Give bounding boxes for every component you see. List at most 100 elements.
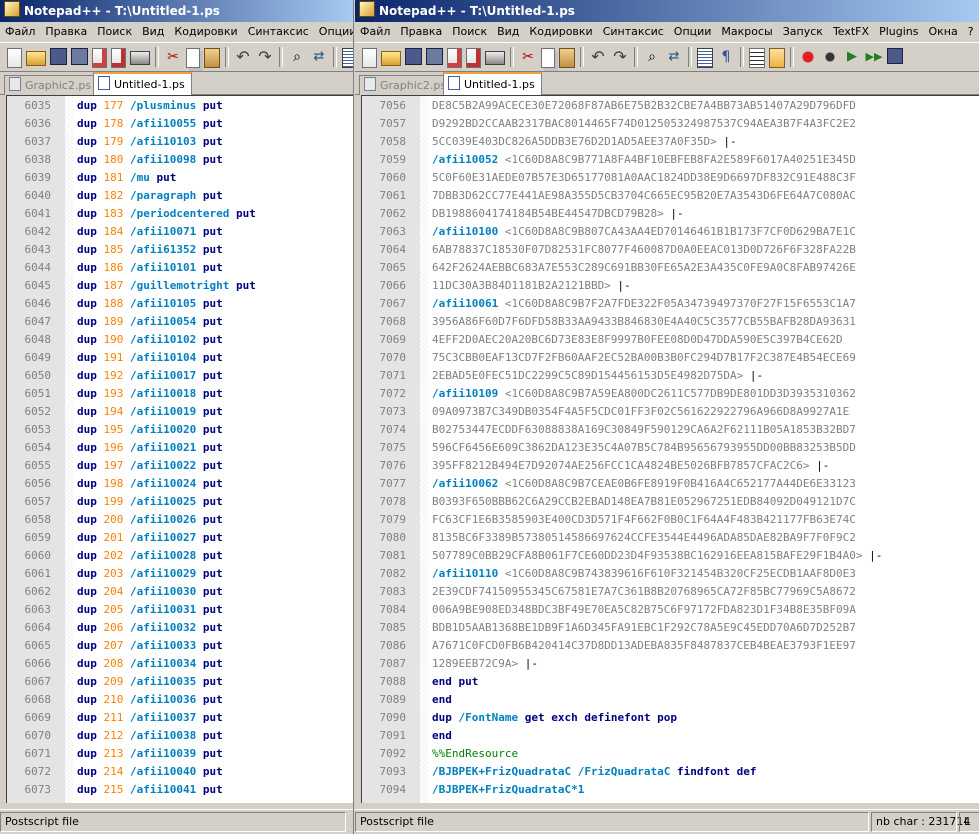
code-number: 208 bbox=[103, 657, 124, 670]
code-line: 7061 7DBB3D62CC77E441AE98A355D5CB3704C665… bbox=[362, 187, 979, 205]
close-file-icon[interactable] bbox=[92, 48, 107, 68]
keyword: dup bbox=[77, 459, 104, 472]
open-file-icon[interactable] bbox=[381, 51, 401, 66]
menu-language[interactable]: Синтаксис bbox=[243, 25, 314, 38]
run-macro-multiple-icon[interactable]: ▶▶ bbox=[865, 48, 883, 66]
code-token: 596CF6456E609C3862DA123E35C4A07B5C784B95… bbox=[432, 441, 856, 454]
glyph-name: /periodcentered bbox=[130, 207, 230, 220]
code-token: 4EFF2D0AEC20A20BC6D73E83E8F9997B0FEE08D0… bbox=[432, 333, 843, 346]
code-editor[interactable]: 7056 DE8C5B2A99ACECE30E72068F87AB6E75B2B3… bbox=[361, 95, 979, 803]
code-line: 7081 507789C0BB29CFA8B061F7CE60DD23D4F935… bbox=[362, 547, 979, 565]
keyword: dup bbox=[77, 261, 104, 274]
code-text: dup 189 /afii10054 put bbox=[77, 313, 223, 331]
line-number: 6072 bbox=[24, 765, 52, 778]
menu-encoding[interactable]: Кодировки bbox=[169, 25, 242, 38]
menu-edit[interactable]: Правка bbox=[395, 25, 447, 38]
replace-icon[interactable]: ⇄ bbox=[665, 48, 683, 66]
code-line: 6073 dup 215 /afii10041 put bbox=[7, 781, 353, 799]
redo-icon[interactable]: ↷ bbox=[256, 48, 274, 66]
word-wrap-icon[interactable] bbox=[342, 48, 353, 68]
code-line: 6064 dup 206 /afii10032 put bbox=[7, 619, 353, 637]
line-number: 6054 bbox=[24, 441, 52, 454]
menu-view[interactable]: Вид bbox=[137, 25, 169, 38]
indent-guide-icon[interactable] bbox=[749, 48, 765, 68]
stop-record-icon[interactable] bbox=[821, 48, 839, 66]
title-bar[interactable]: Notepad++ - T:\Untitled-1.ps bbox=[0, 0, 353, 22]
word-wrap-icon[interactable] bbox=[697, 48, 713, 68]
keyword: dup bbox=[77, 531, 104, 544]
copy-icon[interactable] bbox=[186, 48, 200, 68]
tab-untitled-1[interactable]: Untitled-1.ps bbox=[93, 72, 192, 95]
menu-edit[interactable]: Правка bbox=[40, 25, 92, 38]
code-line: 6045 dup 187 /guillemotright put bbox=[7, 277, 353, 295]
code-text: /BJBPEK+FrizQuadrataC /FrizQuadrataC fin… bbox=[432, 763, 757, 781]
menu-run[interactable]: Запуск bbox=[778, 25, 828, 38]
code-line: 6037 dup 179 /afii10103 put bbox=[7, 133, 353, 151]
menu-settings[interactable]: Опции bbox=[669, 25, 717, 38]
menu-file[interactable]: Файл bbox=[0, 25, 40, 38]
close-all-icon[interactable] bbox=[111, 48, 126, 68]
menu-file[interactable]: Файл bbox=[355, 25, 395, 38]
save-all-icon[interactable] bbox=[71, 48, 88, 65]
menu-view[interactable]: Вид bbox=[492, 25, 524, 38]
code-editor[interactable]: 6035 dup 177 /plusminus put 6036 dup 178 /a… bbox=[6, 95, 353, 803]
cut-icon[interactable]: ✂ bbox=[519, 48, 537, 66]
keyword: put bbox=[196, 459, 223, 472]
code-line: 6035 dup 177 /plusminus put bbox=[7, 97, 353, 115]
record-macro-icon[interactable] bbox=[799, 48, 817, 66]
print-icon[interactable] bbox=[130, 51, 150, 65]
menu-settings[interactable]: Опции bbox=[314, 25, 353, 38]
cut-icon[interactable]: ✂ bbox=[164, 48, 182, 66]
line-number: 6064 bbox=[24, 621, 52, 634]
new-file-icon[interactable] bbox=[362, 48, 377, 68]
show-all-chars-icon[interactable]: ¶ bbox=[717, 48, 735, 66]
code-line: 7080 8135BC6F3389B57380514586697624CCFE35… bbox=[362, 529, 979, 547]
line-number: 7064 bbox=[379, 243, 407, 256]
paste-icon[interactable] bbox=[204, 48, 220, 68]
keyword: dup bbox=[77, 441, 104, 454]
menu-window[interactable]: Окна bbox=[923, 25, 962, 38]
code-token: /afii10061 bbox=[432, 297, 499, 310]
menu-textfx[interactable]: TextFX bbox=[828, 25, 874, 38]
save-macro-icon[interactable] bbox=[887, 48, 903, 64]
code-line: 6072 dup 214 /afii10040 put bbox=[7, 763, 353, 781]
keyword: dup bbox=[77, 135, 104, 148]
close-all-icon[interactable] bbox=[466, 48, 481, 68]
undo-icon[interactable]: ↶ bbox=[589, 48, 607, 66]
undo-icon[interactable]: ↶ bbox=[234, 48, 252, 66]
new-file-icon[interactable] bbox=[7, 48, 22, 68]
redo-icon[interactable]: ↷ bbox=[611, 48, 629, 66]
code-line: 6052 dup 194 /afii10019 put bbox=[7, 403, 353, 421]
play-macro-icon[interactable]: ▶ bbox=[843, 48, 861, 66]
user-language-icon[interactable] bbox=[769, 48, 785, 68]
paste-icon[interactable] bbox=[559, 48, 575, 68]
menu-language[interactable]: Синтаксис bbox=[598, 25, 669, 38]
code-token: 6AB78837C18530F07D82531FC8077F460087D0A0… bbox=[432, 243, 856, 256]
title-bar[interactable]: Notepad++ - T:\Untitled-1.ps bbox=[355, 0, 979, 22]
menu-plugins[interactable]: Plugins bbox=[874, 25, 923, 38]
tab-graphic2[interactable]: Graphic2.ps bbox=[359, 75, 454, 95]
tab-untitled-1[interactable]: Untitled-1.ps bbox=[443, 72, 542, 95]
save-all-icon[interactable] bbox=[426, 48, 443, 65]
code-number: 200 bbox=[103, 513, 124, 526]
save-icon[interactable] bbox=[405, 48, 422, 65]
find-icon[interactable]: ⌕ bbox=[288, 48, 306, 66]
replace-icon[interactable]: ⇄ bbox=[310, 48, 328, 66]
menu-help[interactable]: ? bbox=[963, 25, 979, 38]
menu-macro[interactable]: Макросы bbox=[716, 25, 777, 38]
save-icon[interactable] bbox=[50, 48, 67, 65]
code-number: 202 bbox=[103, 549, 124, 562]
print-icon[interactable] bbox=[485, 51, 505, 65]
code-text: 507789C0BB29CFA8B061F7CE60DD23D4F93538BC… bbox=[432, 547, 882, 565]
close-file-icon[interactable] bbox=[447, 48, 462, 68]
menu-search[interactable]: Поиск bbox=[447, 25, 492, 38]
menu-encoding[interactable]: Кодировки bbox=[524, 25, 597, 38]
code-line: 7073 09A0973B7C349DB0354F4A5F5CDC01FF3F02… bbox=[362, 403, 979, 421]
find-icon[interactable]: ⌕ bbox=[643, 48, 661, 66]
line-number: 7061 bbox=[379, 189, 407, 202]
tab-graphic2[interactable]: Graphic2.ps bbox=[4, 75, 99, 95]
line-number: 6070 bbox=[24, 729, 52, 742]
copy-icon[interactable] bbox=[541, 48, 555, 68]
open-file-icon[interactable] bbox=[26, 51, 46, 66]
menu-search[interactable]: Поиск bbox=[92, 25, 137, 38]
